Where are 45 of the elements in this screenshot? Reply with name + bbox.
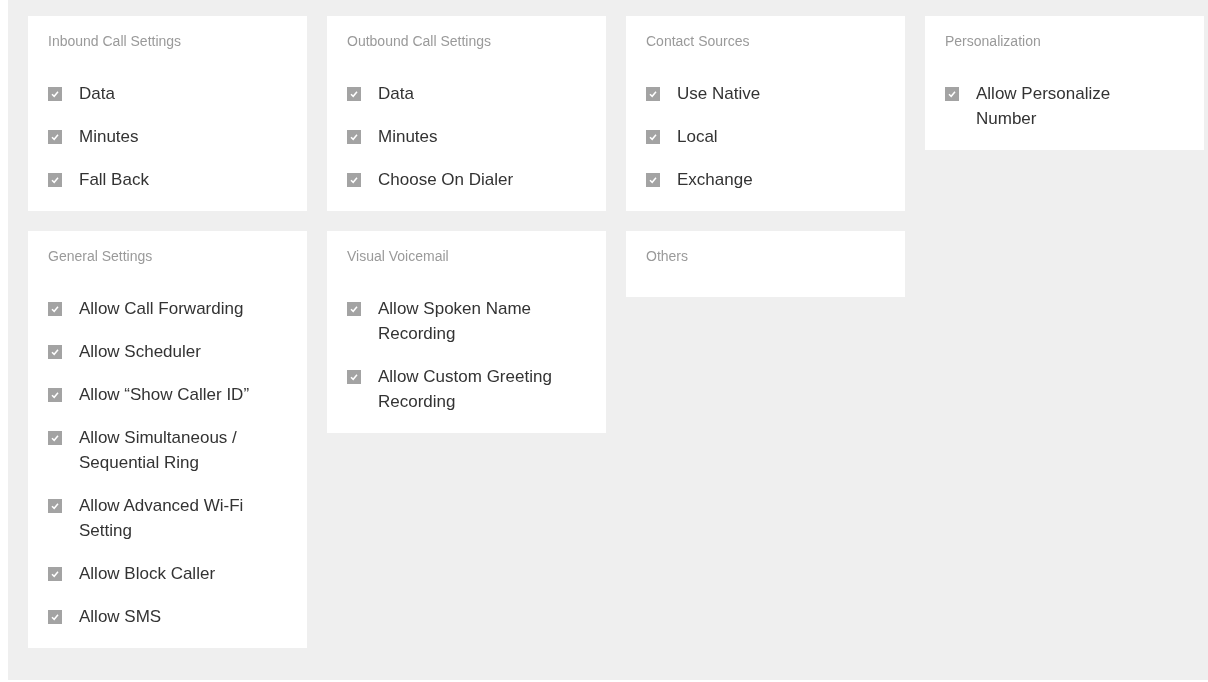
- option-label: Fall Back: [79, 169, 149, 191]
- option-label: Allow Block Caller: [79, 563, 216, 585]
- option-label: Allow Simultaneous / Sequential Ring: [79, 427, 238, 474]
- checkbox[interactable]: [48, 499, 62, 513]
- checkbox[interactable]: [347, 130, 361, 144]
- option-label: Allow Scheduler: [79, 341, 201, 363]
- card-title: Inbound Call Settings: [48, 32, 183, 51]
- checkbox[interactable]: [48, 388, 62, 402]
- checkbox[interactable]: [347, 87, 361, 101]
- option-label: Minutes: [79, 126, 139, 148]
- checkbox[interactable]: [48, 567, 62, 581]
- checkbox[interactable]: [646, 173, 660, 187]
- option-label: Allow SMS: [79, 606, 162, 628]
- checkbox[interactable]: [48, 87, 62, 101]
- card-title: Contact Sources: [646, 32, 751, 51]
- option-label: Allow Call Forwarding: [79, 298, 244, 320]
- checkbox[interactable]: [347, 302, 361, 316]
- option-label: Allow Personalize Number: [976, 83, 1112, 130]
- checkbox[interactable]: [646, 87, 660, 101]
- option-label: Allow “Show Caller ID”: [79, 384, 250, 406]
- checkbox[interactable]: [945, 87, 959, 101]
- card-title: Personalization: [945, 32, 1042, 51]
- checkbox[interactable]: [48, 302, 62, 316]
- checkbox[interactable]: [48, 610, 62, 624]
- checkbox[interactable]: [48, 173, 62, 187]
- option-label: Local: [677, 126, 718, 148]
- option-label: Minutes: [378, 126, 438, 148]
- option-label: Allow Spoken Name Recording: [378, 298, 533, 345]
- checkbox[interactable]: [48, 130, 62, 144]
- option-label: Data: [378, 83, 414, 105]
- checkbox[interactable]: [347, 370, 361, 384]
- option-label: Data: [79, 83, 115, 105]
- card-title: Outbound Call Settings: [347, 32, 492, 51]
- card-title: Others: [646, 247, 689, 266]
- option-label: Exchange: [677, 169, 753, 191]
- option-label: Allow Advanced Wi-Fi Setting: [79, 495, 245, 542]
- card-title: Visual Voicemail: [347, 247, 450, 266]
- option-label: Allow Custom Greeting Recording: [378, 366, 553, 413]
- option-label: Use Native: [677, 83, 761, 105]
- checkbox[interactable]: [48, 345, 62, 359]
- checkbox[interactable]: [48, 431, 62, 445]
- checkbox[interactable]: [646, 130, 660, 144]
- option-label: Choose On Dialer: [378, 169, 514, 191]
- checkbox[interactable]: [347, 173, 361, 187]
- card-title: General Settings: [48, 247, 154, 266]
